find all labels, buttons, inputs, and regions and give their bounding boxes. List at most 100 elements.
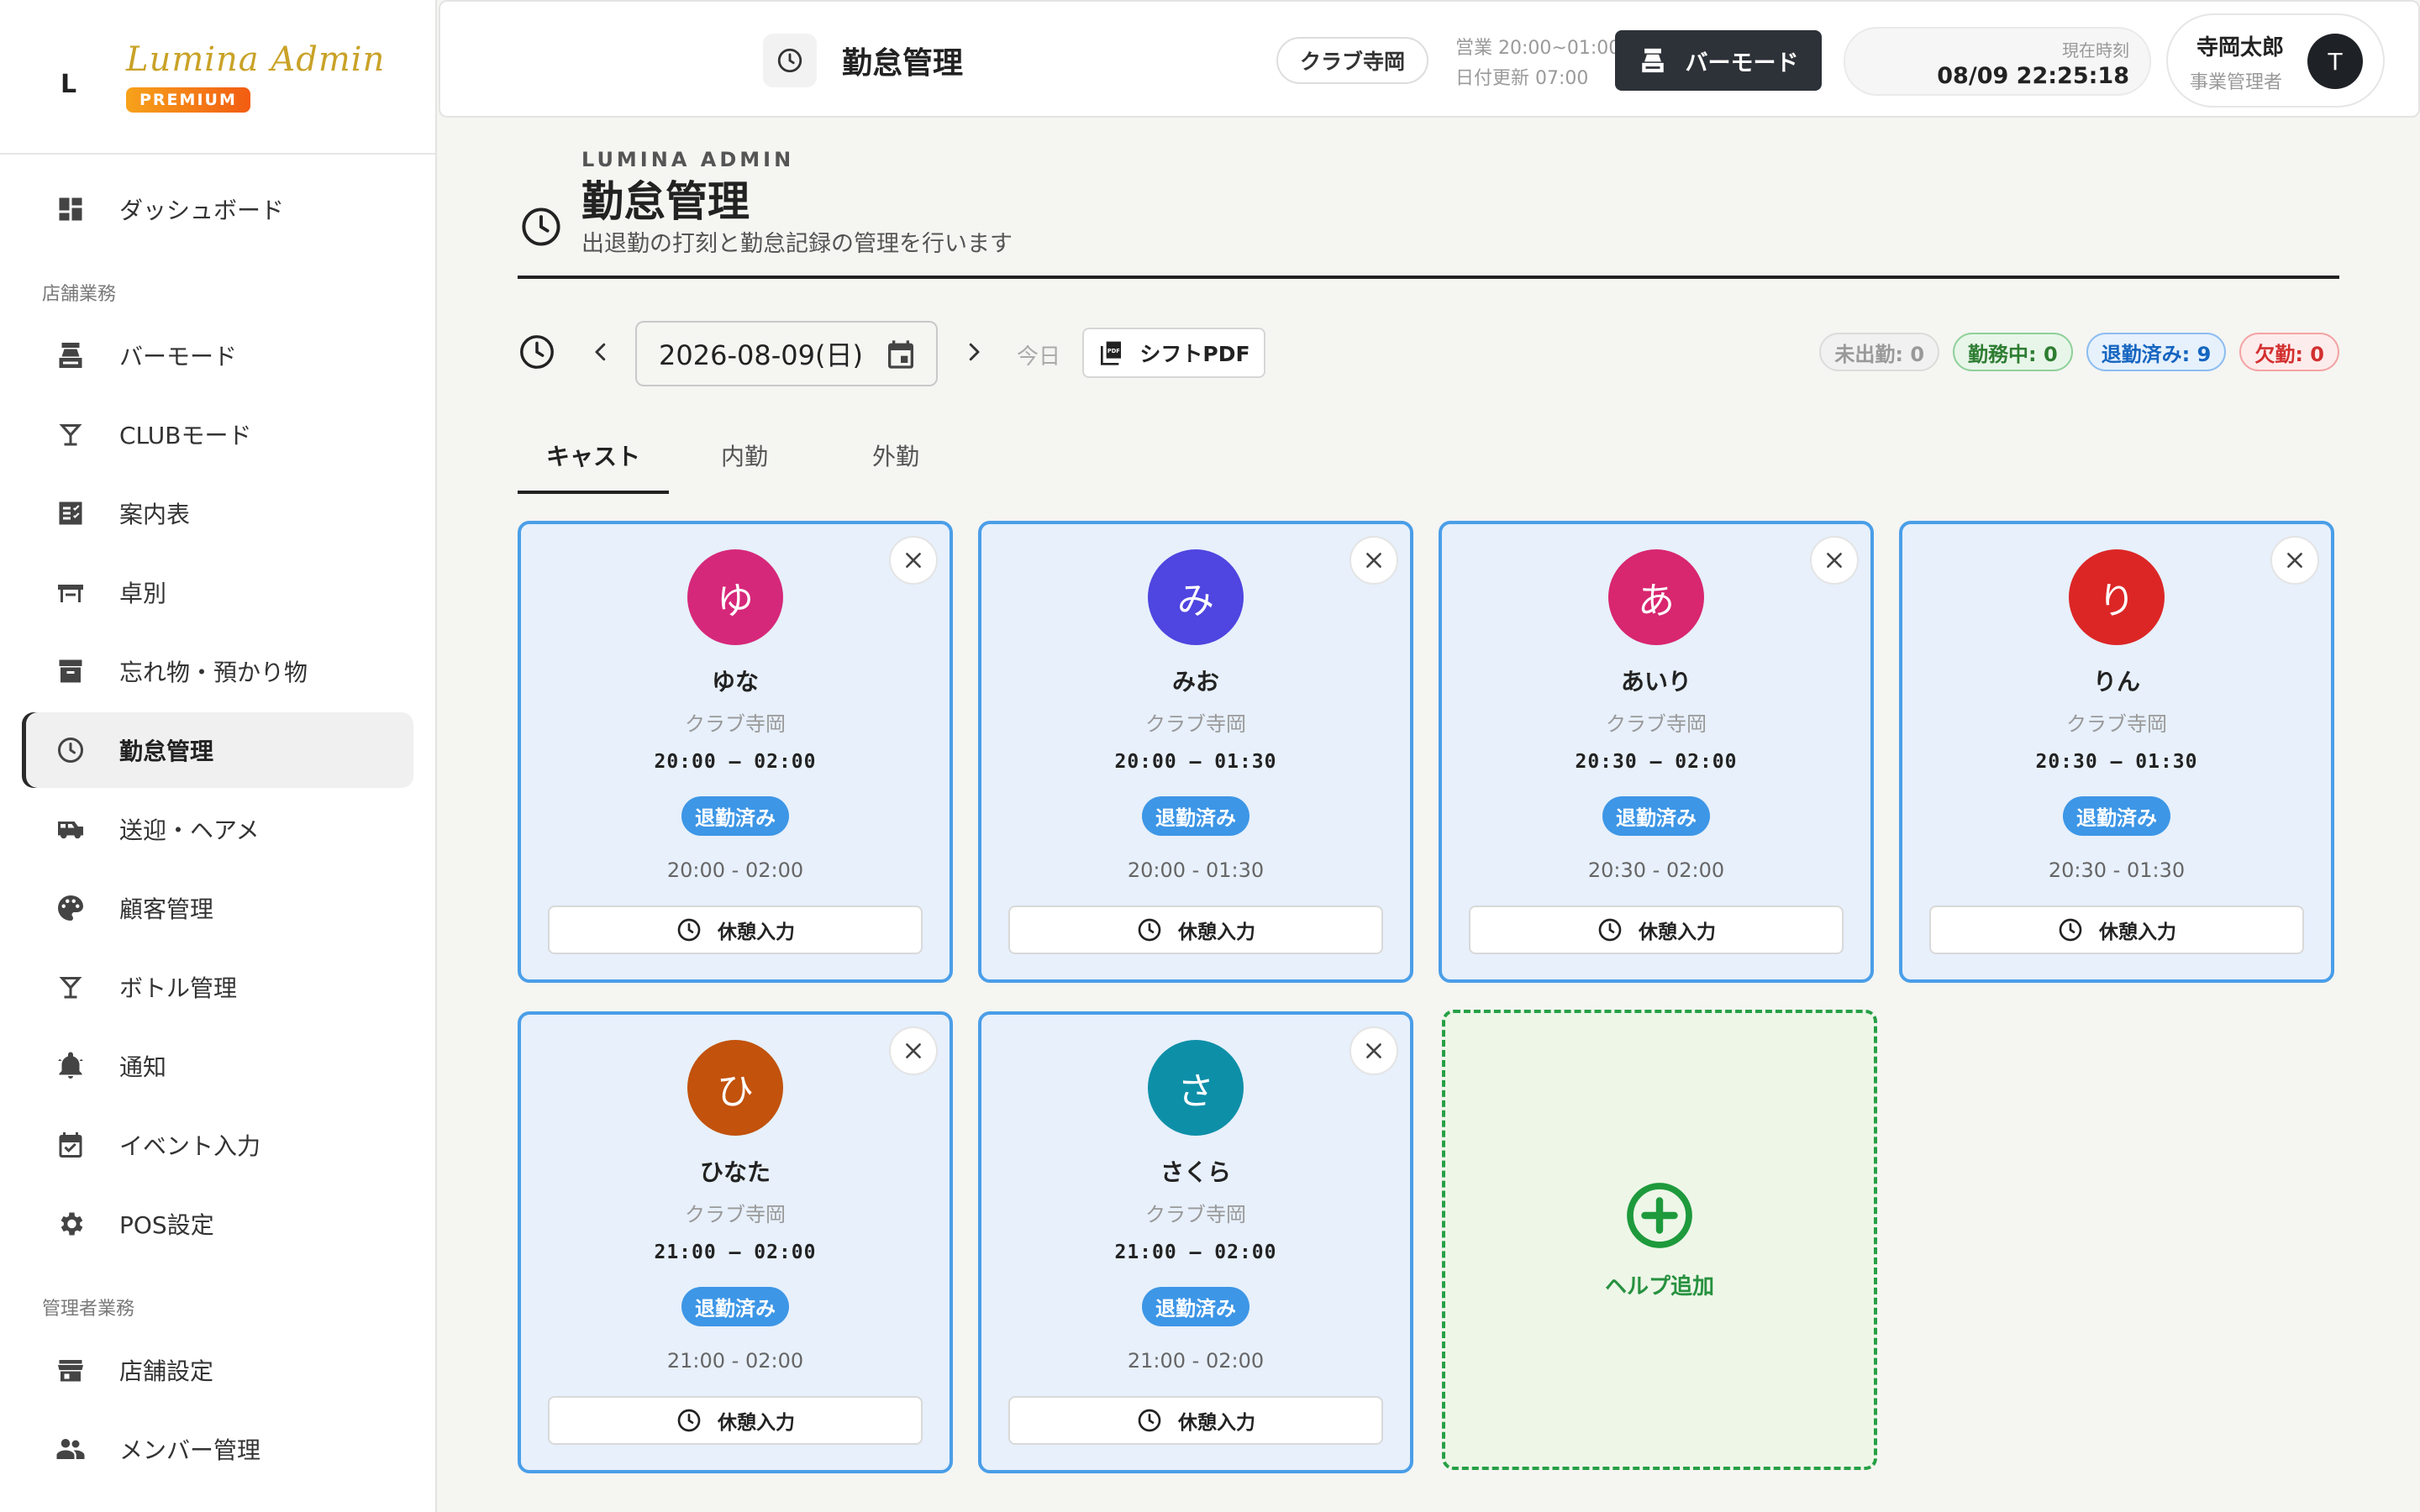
sidebar-item[interactable]: POS設定 — [22, 1186, 413, 1262]
attendance-card[interactable]: み みお クラブ寺岡 20:00 – 01:30 退勤済み 20:00 - 01… — [978, 521, 1413, 983]
today-button[interactable]: 今日 — [1017, 339, 1060, 370]
cocktail-icon — [54, 417, 87, 451]
page-subtitle: 出退勤の打刻と勤怠記録の管理を行います — [581, 231, 1013, 257]
tab[interactable]: 内勤 — [669, 427, 820, 494]
sidebar-item[interactable]: 卓別 — [22, 554, 413, 630]
break-input-button[interactable]: 休憩入力 — [1008, 906, 1383, 954]
attendance-card[interactable]: さ さくら クラブ寺岡 21:00 – 02:00 退勤済み 21:00 - 0… — [978, 1011, 1413, 1473]
chevron-right-icon — [969, 343, 980, 361]
break-input-label: 休憩入力 — [1178, 1412, 1255, 1434]
break-input-button[interactable]: 休憩入力 — [548, 906, 923, 954]
status-badge[interactable]: 退勤済み: 9 — [2086, 333, 2227, 371]
sidebar-item[interactable]: 忘れ物・預かり物 — [22, 633, 413, 709]
sidebar-item-label: ダッシュボード — [119, 197, 285, 224]
status-badge[interactable]: 未出勤: 0 — [1819, 333, 1940, 371]
shift-pdf-button[interactable]: PDF シフトPDF — [1082, 328, 1265, 378]
actual-time: 20:00 - 02:00 — [666, 858, 804, 882]
actual-time: 20:30 - 02:00 — [1587, 858, 1725, 882]
close-icon — [906, 1043, 921, 1058]
sidebar-item-label: 通知 — [119, 1053, 167, 1081]
sidebar-item[interactable]: ボトル管理 — [22, 949, 413, 1025]
cast-name: ひなた — [699, 1158, 771, 1186]
add-help-label: ヘルプ追加 — [1604, 1273, 1714, 1299]
sidebar-item[interactable]: シフト管理 — [22, 1490, 413, 1512]
sidebar-item[interactable]: メンバー管理 — [22, 1411, 413, 1487]
sidebar-item[interactable]: 店舗設定 — [22, 1332, 413, 1408]
close-icon — [906, 553, 921, 568]
user-role: 事業管理者 — [2190, 72, 2283, 93]
sidebar-item-label: 案内表 — [119, 501, 191, 528]
break-input-label: 休憩入力 — [718, 1412, 795, 1434]
status-badge[interactable]: 欠勤: 0 — [2239, 333, 2339, 371]
brand[interactable]: L Lumina Admin PREMIUM — [0, 0, 435, 155]
avatar: あ — [1608, 549, 1704, 645]
prev-day-button[interactable] — [588, 338, 613, 370]
attendance-card[interactable]: ひ ひなた クラブ寺岡 21:00 – 02:00 退勤済み 21:00 - 0… — [518, 1011, 953, 1473]
cast-name: あいり — [1620, 668, 1691, 696]
business-hours: 営業 20:00~01:00 日付更新 07:00 — [1455, 34, 1620, 94]
clock-icon — [1138, 1409, 1161, 1432]
sidebar: L Lumina Admin PREMIUM ダッシュボード 店舗業務 バーモー… — [0, 0, 437, 1512]
tab[interactable]: キャスト — [518, 427, 669, 494]
sidebar-item[interactable]: イベント入力 — [22, 1107, 413, 1183]
header-title-text: 勤怠管理 — [842, 46, 964, 81]
date-input[interactable]: 2026-08-09(日) — [635, 321, 938, 386]
user-menu[interactable]: 寺岡太郎 事業管理者 T — [2166, 13, 2385, 108]
break-input-button[interactable]: 休憩入力 — [1469, 906, 1844, 954]
sidebar-item[interactable]: ダッシュボード — [22, 171, 413, 247]
remove-button[interactable] — [889, 1026, 938, 1075]
clock-icon — [1138, 918, 1161, 942]
status-badge: 退勤済み — [681, 796, 789, 836]
sidebar-item[interactable]: バーモード — [22, 318, 413, 393]
bar-mode-button[interactable]: バーモード — [1615, 30, 1822, 91]
status-badge[interactable]: 勤務中: 0 — [1953, 333, 2073, 371]
calendar-icon[interactable] — [884, 338, 918, 378]
sidebar-item-label: イベント入力 — [119, 1132, 261, 1160]
tab[interactable]: 外勤 — [820, 427, 971, 494]
sidebar-item-label: メンバー管理 — [119, 1436, 261, 1464]
cast-store: クラブ寺岡 — [2066, 712, 2167, 736]
store-selector[interactable]: クラブ寺岡 — [1276, 37, 1429, 84]
status-badge: 退勤済み — [681, 1287, 789, 1326]
cast-name: みお — [1171, 668, 1219, 696]
sidebar-item[interactable]: 送迎・ヘアメ — [22, 791, 413, 867]
bell-icon — [54, 1049, 87, 1083]
sidebar-item[interactable]: CLUBモード — [22, 396, 413, 472]
break-input-button[interactable]: 休憩入力 — [1008, 1396, 1383, 1445]
remove-button[interactable] — [889, 536, 938, 585]
remove-button[interactable] — [1349, 1026, 1398, 1075]
archive-icon — [54, 654, 87, 688]
remove-button[interactable] — [1810, 536, 1859, 585]
next-day-button[interactable] — [961, 338, 986, 370]
clock-icon — [677, 918, 701, 942]
sidebar-item[interactable]: 顧客管理 — [22, 870, 413, 946]
people-icon — [54, 1432, 87, 1466]
store-icon — [54, 1353, 87, 1387]
attendance-card[interactable]: ゆ ゆな クラブ寺岡 20:00 – 02:00 退勤済み 20:00 - 02… — [518, 521, 953, 983]
add-help-card[interactable]: ヘルプ追加 — [1442, 1010, 1877, 1470]
remove-button[interactable] — [2270, 536, 2319, 585]
break-input-button[interactable]: 休憩入力 — [1929, 906, 2304, 954]
bus-icon — [54, 812, 87, 846]
break-input-label: 休憩入力 — [718, 921, 795, 943]
actual-time: 20:00 - 01:30 — [1127, 858, 1265, 882]
register-icon — [54, 339, 87, 372]
sidebar-item[interactable]: 通知 — [22, 1028, 413, 1104]
sidebar-item[interactable]: 案内表 — [22, 475, 413, 551]
sidebar-nav: ダッシュボード 店舗業務 バーモード CLUBモード 案内表 卓別 忘れ物・預か… — [0, 155, 435, 1512]
scheduled-time: 21:00 – 02:00 — [1114, 1242, 1277, 1263]
bar-mode-label: バーモード — [1685, 50, 1799, 76]
attendance-card[interactable]: あ あいり クラブ寺岡 20:30 – 02:00 退勤済み 20:30 - 0… — [1439, 521, 1874, 983]
status-badge: 退勤済み — [1142, 796, 1249, 836]
divider — [518, 276, 2339, 279]
remove-button[interactable] — [1349, 536, 1398, 585]
break-input-button[interactable]: 休憩入力 — [548, 1396, 923, 1445]
scheduled-time: 20:30 – 02:00 — [1575, 751, 1738, 773]
sidebar-item-label: POS設定 — [119, 1211, 214, 1239]
checklist-icon — [54, 496, 87, 530]
user-name: 寺岡太郎 — [2196, 35, 2285, 60]
close-icon — [1366, 553, 1381, 568]
attendance-card[interactable]: り りん クラブ寺岡 20:30 – 01:30 退勤済み 20:30 - 01… — [1899, 521, 2334, 983]
actual-time: 21:00 - 02:00 — [666, 1349, 804, 1373]
sidebar-item[interactable]: 勤怠管理 — [22, 712, 413, 788]
